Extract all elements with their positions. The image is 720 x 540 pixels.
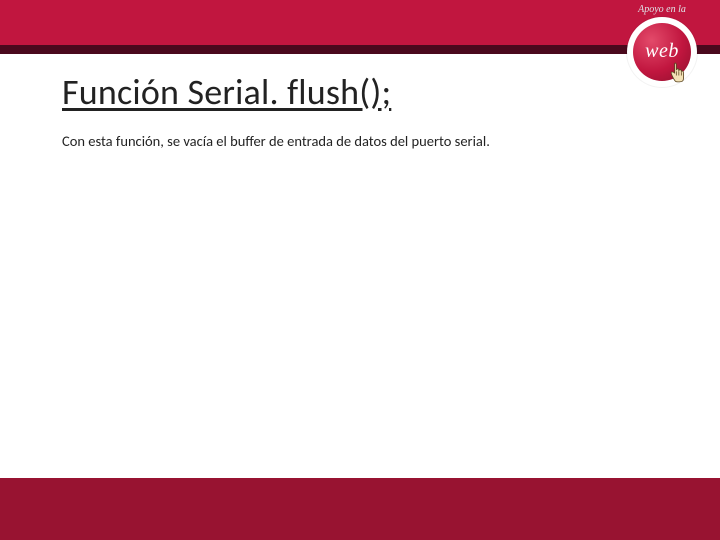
footer-bar xyxy=(0,478,720,540)
content-area: Función Serial. flush(); Con esta funció… xyxy=(62,70,680,151)
header-bar-shadow xyxy=(0,45,720,54)
badge-text: web xyxy=(645,40,679,63)
slide-body: Con esta función, se vacía el buffer de … xyxy=(62,132,680,151)
logo-tagline: Apoyo en la xyxy=(614,4,710,15)
slide-title: Función Serial. flush(); xyxy=(62,70,680,114)
slide: Apoyo en la web Función Serial. flush();… xyxy=(0,0,720,540)
